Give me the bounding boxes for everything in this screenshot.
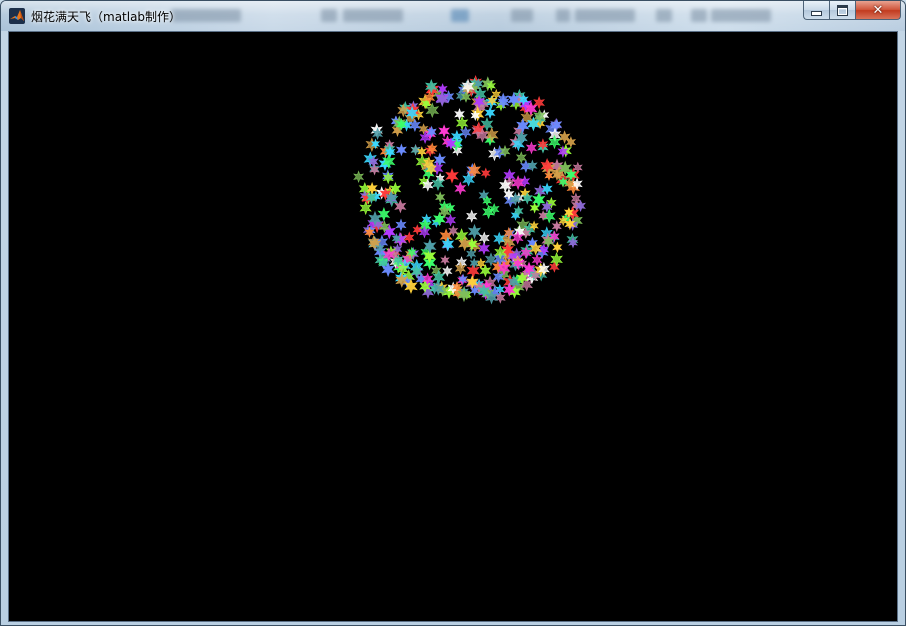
firework-spark bbox=[438, 124, 451, 138]
firework-spark bbox=[479, 264, 492, 278]
blurred-toolbar-icon bbox=[691, 9, 707, 22]
blurred-toolbar-icon bbox=[556, 9, 570, 22]
maximize-button[interactable] bbox=[829, 1, 855, 20]
matlab-figure-window: 烟花满天飞（matlab制作） ✕ bbox=[0, 0, 906, 626]
firework-spark bbox=[353, 170, 365, 183]
firework-spark bbox=[440, 254, 450, 266]
firework-spark bbox=[395, 218, 407, 232]
firework-spark bbox=[478, 241, 490, 256]
firework-spark bbox=[377, 206, 391, 222]
minimize-icon bbox=[811, 10, 822, 16]
firework-spark bbox=[466, 209, 478, 223]
blurred-toolbar-item bbox=[575, 9, 635, 22]
firework-spark bbox=[467, 223, 482, 240]
fireworks-plot bbox=[353, 75, 586, 305]
firework-spark bbox=[478, 231, 490, 245]
blurred-toolbar-icon bbox=[511, 9, 533, 22]
maximize-icon bbox=[837, 4, 848, 16]
blurred-toolbar-item bbox=[343, 9, 403, 22]
caption-buttons: ✕ bbox=[803, 1, 901, 21]
minimize-button[interactable] bbox=[803, 1, 829, 20]
blurred-toolbar-item bbox=[171, 9, 241, 22]
blurred-toolbar-item bbox=[711, 9, 771, 22]
blurred-toolbar-icon bbox=[451, 9, 469, 22]
close-button[interactable]: ✕ bbox=[855, 1, 901, 20]
firework-spark bbox=[480, 167, 491, 179]
firework-spark bbox=[570, 192, 582, 205]
firework-spark bbox=[525, 141, 538, 155]
firework-spark bbox=[475, 257, 486, 270]
firework-spark bbox=[454, 181, 467, 196]
firework-spark bbox=[403, 231, 415, 244]
firework-spark bbox=[529, 202, 540, 214]
firework-spark bbox=[445, 168, 459, 184]
firework-spark bbox=[435, 191, 446, 204]
firework-spark bbox=[552, 241, 563, 254]
close-icon: ✕ bbox=[872, 2, 884, 18]
firework-spark bbox=[515, 151, 527, 164]
firework-spark bbox=[480, 116, 494, 132]
matlab-logo-icon[interactable] bbox=[9, 8, 25, 24]
firework-spark bbox=[445, 213, 457, 227]
blurred-toolbar-icon bbox=[321, 9, 337, 22]
firework-spark bbox=[550, 251, 563, 267]
window-title: 烟花满天飞（matlab制作） bbox=[31, 10, 182, 24]
firework-spark bbox=[359, 201, 372, 216]
title-bar[interactable]: 烟花满天飞（matlab制作） ✕ bbox=[1, 1, 905, 31]
blurred-toolbar-icon bbox=[656, 9, 672, 22]
figure-canvas[interactable] bbox=[8, 31, 898, 622]
firework-spark bbox=[531, 253, 543, 266]
firework-spark bbox=[572, 161, 583, 174]
firework-spark bbox=[491, 88, 502, 100]
firework-spark bbox=[442, 265, 453, 277]
blurred-background-toolbar bbox=[151, 7, 791, 25]
firework-spark bbox=[484, 106, 496, 119]
firework-spark bbox=[395, 143, 407, 157]
